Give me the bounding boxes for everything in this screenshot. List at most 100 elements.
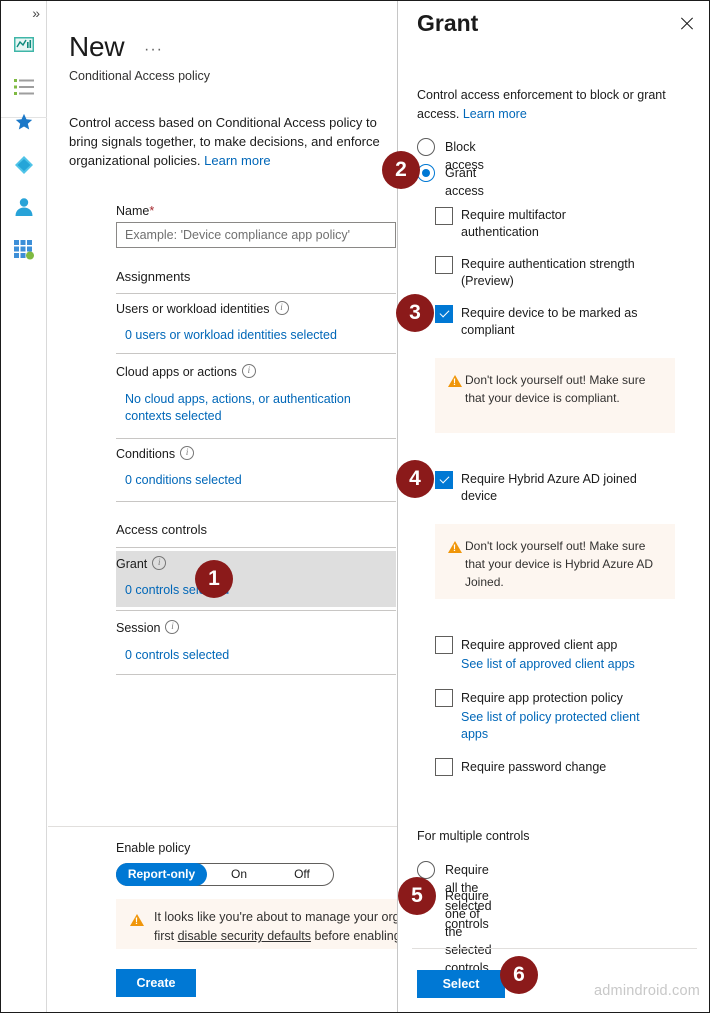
callout-badge-3: 3 — [396, 294, 434, 332]
row-value-users[interactable]: 0 users or workload identities selected — [125, 327, 397, 344]
row-title-users: Users or workload identities — [116, 301, 289, 316]
info-icon[interactable] — [165, 620, 180, 634]
warning-post: before enabling a Condit — [314, 929, 397, 943]
left-nav-rail: » — [1, 1, 47, 1012]
page-subtitle: Conditional Access policy — [69, 69, 211, 83]
name-label-text: Name — [116, 204, 150, 218]
compliant-device-warning-text: Don't lock yourself out! Make sure that … — [465, 373, 646, 405]
hybrid-aad-warning-text: Don't lock yourself out! Make sure that … — [465, 539, 654, 589]
require-app-protection-policy-checkbox[interactable] — [435, 689, 453, 707]
callout-badge-6: 6 — [500, 956, 538, 994]
warning-pre: first — [154, 929, 178, 943]
watermark: admindroid.com — [594, 983, 700, 999]
row-value-session[interactable]: 0 controls selected — [125, 647, 397, 664]
multiple-controls-heading: For multiple controls — [417, 829, 530, 843]
info-icon[interactable] — [152, 556, 167, 570]
resource-groups-icon[interactable] — [13, 154, 35, 176]
divider — [116, 353, 396, 354]
hybrid-aad-warning: Don't lock yourself out! Make sure that … — [435, 524, 675, 599]
more-options-icon[interactable]: ··· — [144, 41, 163, 59]
divider — [116, 501, 396, 502]
close-icon[interactable] — [678, 15, 696, 33]
require-auth-strength-checkbox[interactable] — [435, 256, 453, 274]
warning-triangle-icon — [448, 375, 462, 387]
select-button[interactable]: Select — [417, 970, 505, 998]
grant-access-label[interactable]: Grant access — [445, 164, 484, 200]
divider — [116, 610, 396, 611]
callout-badge-1: 1 — [195, 560, 233, 598]
warning-triangle-icon — [130, 914, 144, 926]
required-asterisk: * — [149, 204, 155, 218]
learn-more-link[interactable]: Learn more — [204, 153, 270, 168]
require-auth-strength-label[interactable]: Require authentication strength (Preview… — [461, 256, 641, 290]
row-title-cloud-apps-text: Cloud apps or actions — [116, 365, 237, 379]
row-title-cloud-apps: Cloud apps or actions — [116, 364, 256, 379]
row-value-cloud-apps[interactable]: No cloud apps, actions, or authenticatio… — [125, 391, 397, 425]
require-compliant-device-checkbox[interactable] — [435, 305, 453, 323]
require-password-change-label[interactable]: Require password change — [461, 759, 631, 776]
grant-panel: Grant Control access enforcement to bloc… — [397, 1, 709, 1012]
security-defaults-warning: It looks like you're about to manage you… — [116, 899, 397, 949]
require-password-change-checkbox[interactable] — [435, 758, 453, 776]
grant-panel-description: Control access enforcement to block or g… — [417, 86, 685, 124]
require-hybrid-aad-label[interactable]: Require Hybrid Azure AD joined device — [461, 471, 641, 505]
enable-option-on[interactable]: On — [207, 863, 271, 886]
require-approved-client-app-checkbox[interactable] — [435, 636, 453, 654]
row-value-grant[interactable]: 0 controls selected — [125, 582, 397, 599]
expand-nav-icon[interactable]: » — [1, 5, 47, 21]
info-icon[interactable] — [274, 301, 289, 315]
dashboard-icon[interactable] — [13, 34, 35, 56]
enable-policy-toggle[interactable]: Report-only On Off — [116, 863, 334, 886]
row-title-grant-text: Grant — [116, 557, 148, 571]
all-services-icon[interactable] — [13, 76, 35, 98]
divider — [116, 438, 396, 439]
row-title-users-text: Users or workload identities — [116, 302, 270, 316]
disable-security-defaults-link[interactable]: disable security defaults — [178, 929, 311, 943]
enable-option-off[interactable]: Off — [269, 863, 335, 886]
policy-name-input[interactable] — [116, 222, 396, 248]
policy-protected-client-apps-link[interactable]: See list of policy protected client apps — [461, 709, 653, 743]
require-one-label[interactable]: Require one of the selected controls — [445, 887, 492, 977]
page-title: New — [69, 31, 125, 62]
approved-client-apps-link[interactable]: See list of approved client apps — [461, 656, 651, 673]
require-approved-client-app-label[interactable]: Require approved client app — [461, 637, 629, 654]
favorites-star-icon[interactable] — [14, 112, 34, 132]
divider — [116, 547, 396, 548]
enable-policy-label: Enable policy — [116, 841, 191, 855]
row-title-conditions-text: Conditions — [116, 447, 176, 461]
blade-footer-divider — [48, 826, 397, 827]
row-value-conditions[interactable]: 0 conditions selected — [125, 472, 397, 489]
callout-badge-5: 5 — [398, 877, 436, 915]
row-title-conditions: Conditions — [116, 446, 195, 461]
enable-option-report-only[interactable]: Report-only — [116, 863, 207, 886]
create-button[interactable]: Create — [116, 969, 196, 997]
info-icon[interactable] — [241, 364, 256, 378]
block-access-radio[interactable] — [417, 138, 435, 156]
all-resources-icon[interactable] — [13, 238, 35, 260]
grant-learn-more-link[interactable]: Learn more — [463, 107, 527, 121]
users-icon[interactable] — [13, 196, 35, 218]
divider — [116, 293, 396, 294]
require-mfa-label[interactable]: Require multifactor authentication — [461, 207, 641, 241]
grant-panel-title: Grant — [417, 10, 479, 36]
callout-badge-2: 2 — [382, 151, 420, 189]
require-app-protection-policy-label[interactable]: Require app protection policy — [461, 690, 636, 707]
warning-line-1: It looks like you're about to manage you… — [154, 910, 397, 924]
row-title-session-text: Session — [116, 621, 161, 635]
azure-conditional-access-screen: » New ··· Conditional Access policy Cont… — [0, 0, 710, 1013]
blade-intro: Control access based on Conditional Acce… — [69, 113, 381, 170]
compliant-device-warning: Don't lock yourself out! Make sure that … — [435, 358, 675, 433]
info-icon[interactable] — [180, 446, 195, 460]
row-title-session: Session — [116, 620, 180, 635]
callout-badge-4: 4 — [396, 460, 434, 498]
panel-footer-divider — [412, 948, 697, 949]
require-mfa-checkbox[interactable] — [435, 207, 453, 225]
assignments-heading: Assignments — [116, 269, 191, 284]
warning-triangle-icon — [448, 541, 462, 553]
require-compliant-device-label[interactable]: Require device to be marked as compliant — [461, 305, 641, 339]
name-label: Name* — [116, 204, 154, 218]
security-defaults-warning-text: It looks like you're about to manage you… — [154, 908, 397, 946]
divider — [116, 674, 396, 675]
grant-description-text: Control access enforcement to block or g… — [417, 88, 666, 121]
require-hybrid-aad-checkbox[interactable] — [435, 471, 453, 489]
